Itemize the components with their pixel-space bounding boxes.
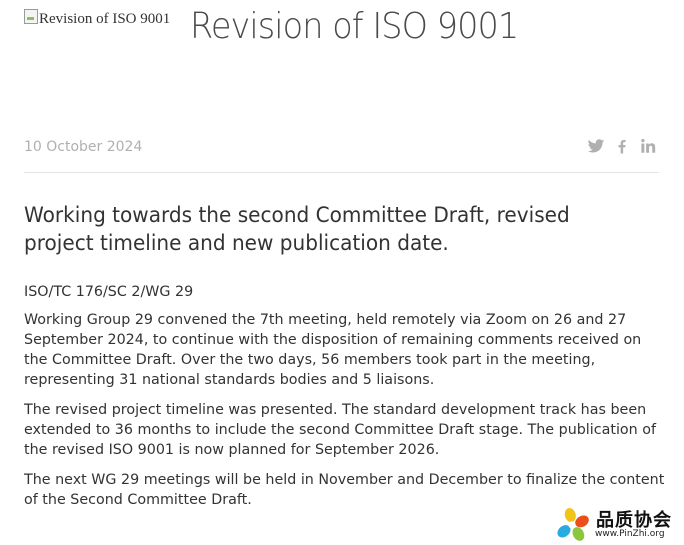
header-image-alt: Revision of ISO 9001 [24, 8, 174, 31]
article-paragraph: The next WG 29 meetings will be held in … [24, 472, 665, 508]
share-links [587, 137, 657, 155]
watermark: 品质协会 www.PinZhi.org [555, 505, 684, 545]
committee-reference: ISO/TC 176/SC 2/WG 29 [24, 284, 194, 300]
watermark-logo-icon [557, 508, 589, 541]
article-paragraph: Working Group 29 convened the 7th meetin… [24, 312, 642, 388]
broken-image-icon [24, 9, 38, 24]
page-title: Revision of ISO 9001 [190, 6, 519, 47]
article-paragraph: The revised project timeline was present… [24, 402, 657, 458]
article-subtitle: Working towards the second Committee Dra… [24, 203, 570, 255]
twitter-icon[interactable] [587, 137, 605, 155]
watermark-url: www.PinZhi.org [595, 529, 665, 539]
header-image-alt-text: Revision of ISO 9001 [39, 11, 171, 27]
article-body: ISO/TC 176/SC 2/WG 29 Working Group 29 c… [24, 282, 679, 520]
meta-row: 10 October 2024 [24, 132, 659, 173]
publish-date: 10 October 2024 [24, 139, 143, 155]
linkedin-icon[interactable] [639, 137, 657, 155]
facebook-icon[interactable] [613, 137, 631, 155]
